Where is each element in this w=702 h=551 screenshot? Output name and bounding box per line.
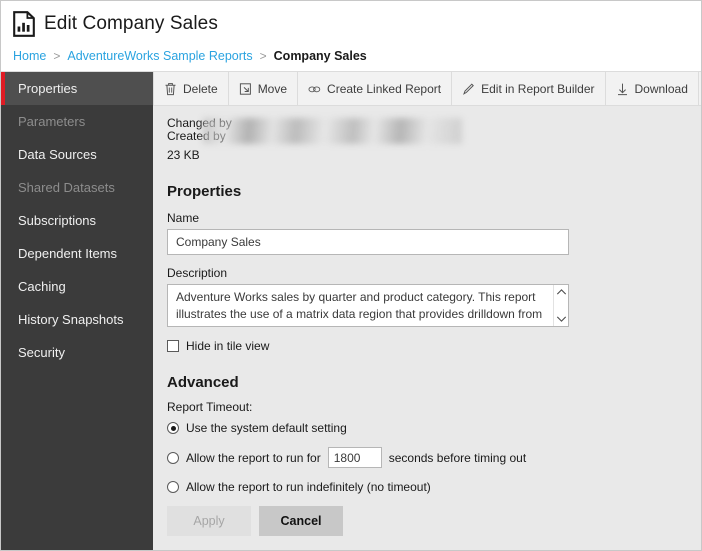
action-buttons: Apply Cancel — [167, 506, 701, 536]
move-icon — [239, 82, 251, 95]
timeout-option-default-label: Use the system default setting — [186, 421, 347, 435]
timeout-option-indefinite-label: Allow the report to run indefinitely (no… — [186, 480, 431, 494]
sidebar-item-label: Shared Datasets — [18, 180, 115, 195]
report-timeout-label: Report Timeout: — [167, 400, 253, 414]
sidebar-item-data-sources[interactable]: Data Sources — [1, 138, 153, 171]
timeout-option-seconds-label: Allow the report to run for — [186, 450, 321, 465]
trash-icon — [165, 82, 176, 95]
description-text: Adventure Works sales by quarter and pro… — [176, 290, 543, 321]
toolbar-button-label: Move — [257, 81, 288, 96]
breadcrumb-current: Company Sales — [273, 49, 367, 63]
sidebar-item-label: Caching — [18, 279, 66, 294]
chevron-up-icon[interactable] — [556, 288, 567, 296]
description-scrollbar[interactable] — [553, 285, 568, 326]
sidebar-item-label: Parameters — [18, 114, 86, 129]
sidebar-item-security[interactable]: Security — [1, 336, 153, 369]
sidebar-item-parameters: Parameters — [1, 105, 153, 138]
properties-content: Changed by Created by 23 KB Properties N… — [153, 106, 701, 550]
sidebar-item-caching[interactable]: Caching — [1, 270, 153, 303]
apply-button[interactable]: Apply — [167, 506, 251, 536]
replace-button[interactable]: Replace — [698, 72, 701, 105]
breadcrumb-home-link[interactable]: Home — [13, 49, 46, 63]
sidebar-item-label: Subscriptions — [18, 213, 97, 228]
chevron-down-icon[interactable] — [556, 315, 567, 323]
timeout-option-indefinite-row[interactable]: Allow the report to run indefinitely (no… — [167, 480, 431, 494]
breadcrumb-separator: > — [259, 49, 267, 63]
timeout-option-default-row[interactable]: Use the system default setting — [167, 421, 347, 435]
title-row: Edit Company Sales — [13, 7, 701, 41]
sidebar-item-label: Dependent Items — [18, 246, 118, 261]
sidebar-item-history-snapshots[interactable]: History Snapshots — [1, 303, 153, 336]
description-textarea[interactable]: Adventure Works sales by quarter and pro… — [167, 284, 569, 327]
sidebar-item-subscriptions[interactable]: Subscriptions — [1, 204, 153, 237]
timeout-option-seconds-row[interactable]: Allow the report to run for seconds befo… — [167, 447, 526, 468]
redacted-user-names — [203, 118, 462, 144]
sidebar-item-label: Security — [18, 345, 65, 360]
name-input[interactable] — [167, 229, 569, 255]
command-toolbar: Delete Move Create Linked Report Edit in… — [153, 72, 701, 106]
edit-report-properties-page: Edit Company Sales Home > AdventureWorks… — [0, 0, 702, 551]
toolbar-button-label: Create Linked Report — [327, 81, 442, 96]
main-panel: Delete Move Create Linked Report Edit in… — [153, 72, 701, 550]
sidebar-item-label: Data Sources — [18, 147, 97, 162]
sidebar-item-shared-datasets: Shared Datasets — [1, 171, 153, 204]
sidebar-item-label: Properties — [18, 81, 78, 96]
page-body: Properties Parameters Data Sources Share… — [1, 71, 701, 550]
toolbar-button-label: Download — [634, 81, 688, 96]
toolbar-button-label: Delete — [183, 81, 218, 96]
edit-in-report-builder-button[interactable]: Edit in Report Builder — [452, 72, 606, 105]
hide-in-tile-view-checkbox[interactable] — [167, 340, 179, 352]
name-label: Name — [167, 211, 200, 225]
timeout-option-seconds-suffix: seconds before timing out — [388, 450, 527, 465]
sidebar-item-properties[interactable]: Properties — [1, 72, 153, 105]
cancel-button[interactable]: Cancel — [259, 506, 343, 536]
pencil-icon — [463, 82, 475, 95]
hide-in-tile-view-label: Hide in tile view — [186, 339, 270, 353]
breadcrumb-folder-link[interactable]: AdventureWorks Sample Reports — [67, 49, 252, 63]
toolbar-button-label: Edit in Report Builder — [481, 81, 595, 96]
properties-heading: Properties — [167, 183, 242, 200]
download-arrow-icon — [617, 83, 627, 95]
timeout-option-default-radio[interactable] — [167, 422, 179, 434]
page-title: Edit Company Sales — [44, 13, 218, 34]
create-linked-report-button[interactable]: Create Linked Report — [298, 72, 453, 105]
breadcrumb-separator: > — [53, 49, 61, 63]
page-header: Edit Company Sales Home > AdventureWorks… — [1, 1, 701, 71]
download-button[interactable]: Download — [605, 72, 699, 105]
report-document-icon — [13, 11, 35, 37]
move-button[interactable]: Move — [228, 72, 299, 105]
breadcrumb: Home > AdventureWorks Sample Reports > C… — [13, 44, 701, 68]
file-size: 23 KB — [167, 148, 200, 162]
description-label: Description — [167, 266, 228, 280]
timeout-option-seconds-radio[interactable] — [167, 451, 179, 464]
sidebar-item-label: History Snapshots — [18, 312, 124, 327]
link-icon — [308, 85, 321, 92]
metadata-block: Changed by Created by — [167, 117, 587, 144]
sidebar-item-dependent-items[interactable]: Dependent Items — [1, 237, 153, 270]
hide-in-tile-view-row[interactable]: Hide in tile view — [167, 339, 269, 353]
advanced-heading: Advanced — [167, 374, 239, 391]
timeout-option-indefinite-radio[interactable] — [167, 481, 179, 493]
timeout-seconds-input[interactable] — [327, 447, 382, 468]
delete-button[interactable]: Delete — [153, 72, 229, 105]
sidebar-nav: Properties Parameters Data Sources Share… — [1, 72, 153, 550]
